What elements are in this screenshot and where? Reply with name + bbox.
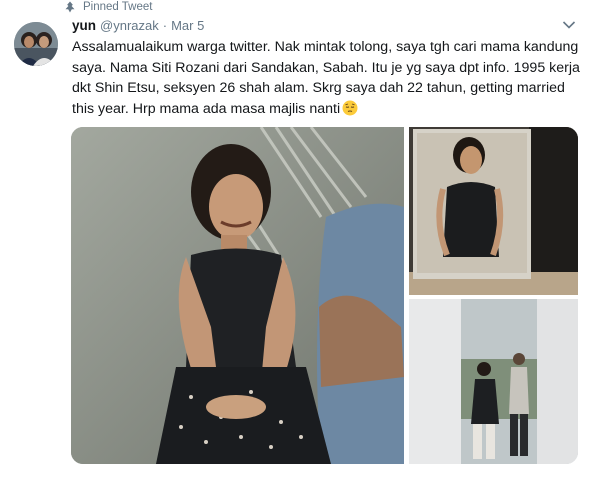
author-name[interactable]: yun <box>72 18 96 33</box>
pin-icon <box>65 1 75 13</box>
tweet-text: Assalamualaikum warga twitter. Nak minta… <box>72 37 580 119</box>
tweet-body: Assalamualaikum warga twitter. Nak minta… <box>72 39 580 117</box>
media-grid <box>71 127 578 464</box>
avatar[interactable] <box>14 22 58 66</box>
separator-dot: · <box>162 18 168 33</box>
pinned-tweet-indicator: Pinned Tweet <box>64 0 152 14</box>
tweet-date[interactable]: Mar 5 <box>171 18 204 33</box>
author-handle[interactable]: @ynrazak <box>100 18 159 33</box>
pensive-face-emoji <box>342 100 358 115</box>
chevron-down-icon[interactable] <box>562 20 576 30</box>
pinned-label: Pinned Tweet <box>83 1 153 13</box>
tweet-header: yun @ynrazak · Mar 5 <box>72 18 204 33</box>
photo-woman-standing-polaroid[interactable] <box>409 127 578 295</box>
photo-woman-seated[interactable] <box>71 127 404 464</box>
photo-two-people-standing[interactable] <box>409 299 578 464</box>
